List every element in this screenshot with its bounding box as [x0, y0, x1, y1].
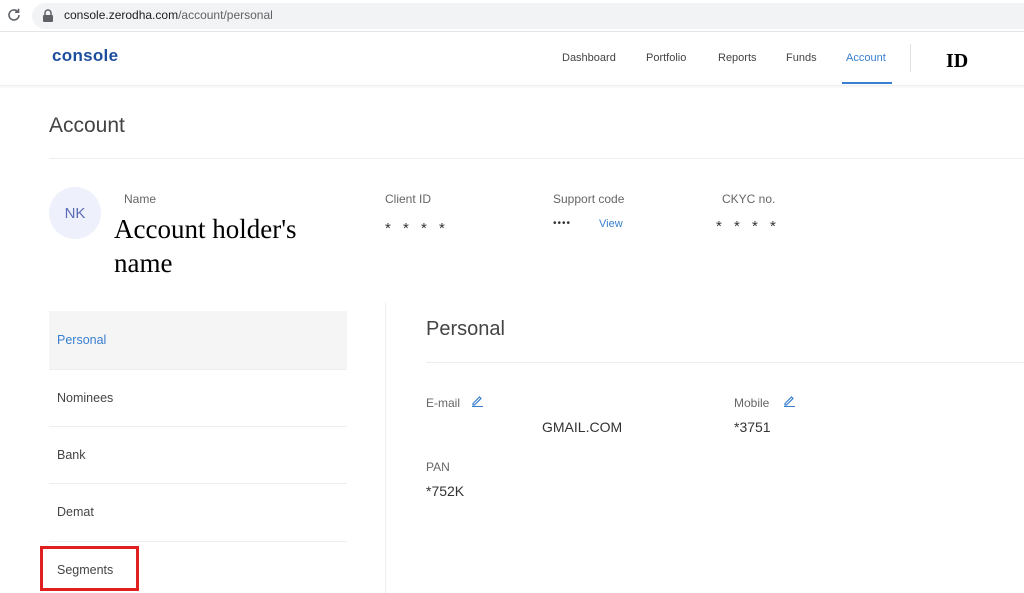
reload-icon[interactable] — [6, 7, 22, 23]
support-code-view-link[interactable]: View — [599, 218, 623, 230]
email-label: E-mail — [426, 396, 461, 410]
url-host: console.zerodha.com — [64, 8, 179, 22]
console-logo[interactable]: console — [52, 46, 118, 66]
mobile-value: *3751 — [734, 419, 771, 435]
pan-value: *752K — [426, 483, 465, 499]
content-divider — [385, 303, 386, 593]
app-header: console Dashboard Portfolio Reports Fund… — [0, 32, 1024, 86]
menu-item-bank[interactable]: Bank — [49, 426, 347, 484]
browser-address-bar: console.zerodha.com/account/personal — [0, 0, 1024, 32]
name-label: Name — [124, 192, 157, 206]
nav-account[interactable]: Account — [846, 52, 886, 64]
mobile-label: Mobile — [734, 396, 770, 410]
menu-item-label: Nominees — [57, 391, 114, 405]
account-holder-name: Account holder's name — [114, 214, 297, 278]
url-path: /account/personal — [178, 8, 273, 22]
page-title: Account — [49, 114, 125, 137]
user-id-label[interactable]: ID — [946, 50, 968, 73]
menu-item-label: Demat — [57, 505, 94, 519]
ckyc-value: * * * * — [716, 218, 780, 235]
url-field[interactable]: console.zerodha.com/account/personal — [32, 3, 1024, 29]
nav-portfolio[interactable]: Portfolio — [646, 52, 686, 64]
nav-reports[interactable]: Reports — [718, 52, 757, 64]
mobile-edit-icon[interactable] — [783, 394, 796, 407]
ckyc-label: CKYC no. — [722, 192, 776, 206]
url-text: console.zerodha.com/account/personal — [64, 8, 273, 22]
support-code-label: Support code — [553, 192, 625, 206]
nav-dashboard[interactable]: Dashboard — [562, 52, 616, 64]
nav-funds[interactable]: Funds — [786, 52, 817, 64]
menu-item-label: Bank — [57, 448, 86, 462]
email-edit-icon[interactable] — [471, 394, 484, 407]
segments-highlight-box — [40, 546, 139, 591]
menu-item-personal[interactable]: Personal — [49, 311, 347, 369]
nav-divider — [910, 44, 911, 72]
title-divider — [49, 158, 1024, 159]
email-value: GMAIL.COM — [542, 419, 623, 435]
menu-item-label: Personal — [57, 333, 107, 347]
menu-item-demat[interactable]: Demat — [49, 483, 347, 541]
support-code-value: •••• — [553, 218, 572, 229]
lock-icon — [43, 9, 53, 22]
section-title: Personal — [426, 318, 505, 340]
menu-item-nominees[interactable]: Nominees — [49, 369, 347, 427]
client-id-label: Client ID — [385, 192, 432, 206]
section-divider — [426, 362, 1024, 363]
nav-active-indicator — [842, 82, 892, 84]
pan-label: PAN — [426, 460, 450, 474]
client-id-value: * * * * — [385, 220, 449, 237]
avatar: NK — [49, 187, 101, 239]
